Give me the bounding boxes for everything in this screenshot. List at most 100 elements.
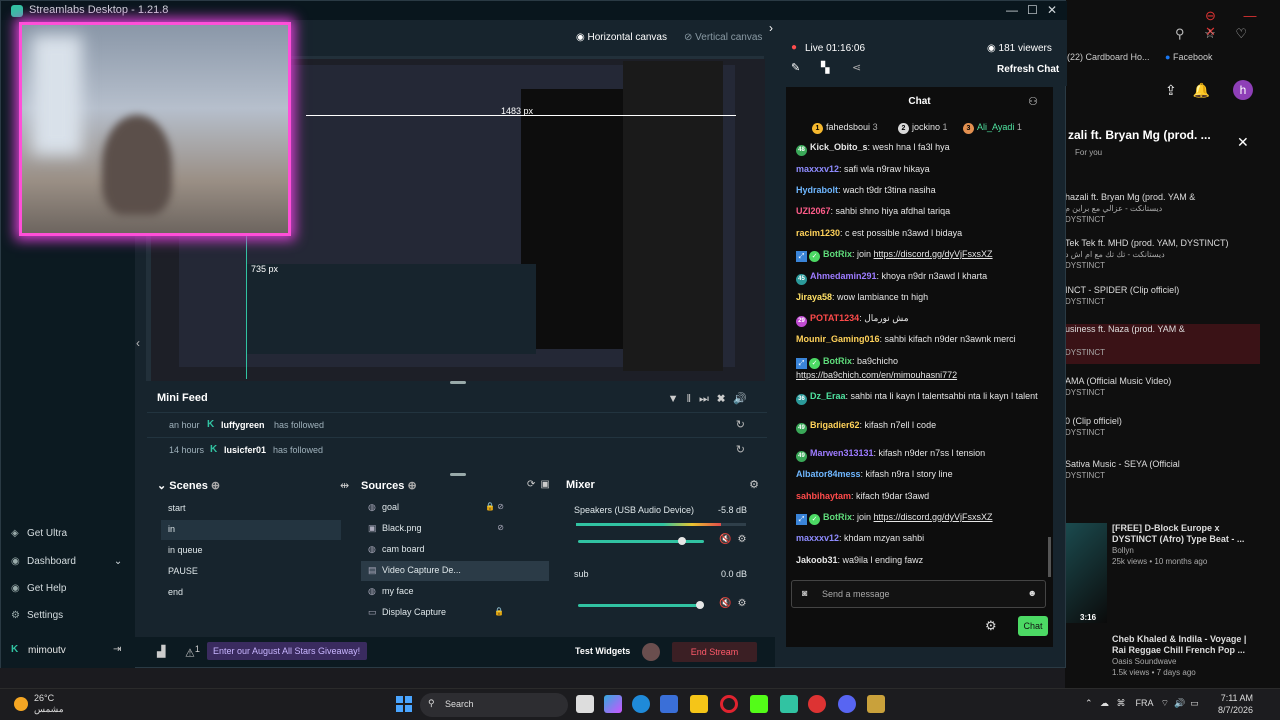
app-icon[interactable] xyxy=(808,695,826,713)
chat-username[interactable]: Dz_Eraa xyxy=(810,391,846,401)
yt-item[interactable]: hazali ft. Bryan Mg (prod. YAM & ديستانكت… xyxy=(1065,192,1260,225)
copilot-icon[interactable] xyxy=(604,695,622,713)
source-item[interactable]: ▤ Video Capture De... xyxy=(361,561,549,581)
source-item[interactable]: ▭ Display Capture 🔒 xyxy=(361,603,549,623)
chevron-left-icon[interactable]: ‹ xyxy=(136,336,140,350)
webcam-overlay[interactable] xyxy=(19,22,291,236)
refresh-chat-button[interactable]: Refresh Chat xyxy=(997,64,1059,75)
yt-item[interactable]: AMA (Official Music Video) DYSTINCT xyxy=(1065,376,1260,398)
giveaway-banner[interactable]: Enter our August All Stars Giveaway! xyxy=(207,642,367,660)
stats-icon[interactable]: ▟ xyxy=(157,645,165,658)
gear-icon[interactable]: ⚙ xyxy=(749,478,759,491)
volume-slider[interactable] xyxy=(578,601,704,609)
chat-username[interactable]: Marwen313131 xyxy=(810,448,874,458)
chat-username[interactable]: maxxxv12 xyxy=(796,164,839,174)
minimize-icon[interactable]: — xyxy=(1006,3,1018,17)
yt-item[interactable]: usiness ft. Naza (prod. YAM & DYSTINCT xyxy=(1065,324,1260,364)
emoji-icon[interactable]: ☻ xyxy=(1028,588,1037,598)
task-view-icon[interactable] xyxy=(576,695,594,713)
scene-item[interactable]: end xyxy=(161,583,341,603)
volume-slider[interactable] xyxy=(578,537,704,545)
close-icon[interactable]: ✕ xyxy=(1237,134,1249,151)
chat-username[interactable]: BotRix xyxy=(823,512,852,522)
yt-header-icons[interactable]: ⇪🔔 xyxy=(1165,82,1226,99)
mute-settings-icons[interactable]: 🔇⚙ xyxy=(719,534,752,545)
sources-tool-icons[interactable]: ⟳▣ xyxy=(527,479,555,490)
username[interactable]: mimoutv xyxy=(28,645,66,656)
source-item[interactable]: ◍ my face xyxy=(361,582,549,602)
edit-icon[interactable]: ✎ xyxy=(791,61,800,74)
replay-icon[interactable]: ↻ xyxy=(736,443,745,456)
chat-username[interactable]: Jakoob31 xyxy=(796,555,838,565)
start-button[interactable] xyxy=(396,696,412,712)
chat-username[interactable]: maxxxv12 xyxy=(796,533,839,543)
end-stream-button[interactable]: End Stream xyxy=(672,642,757,662)
chat-username[interactable]: Albator84mess xyxy=(796,469,861,479)
discord-icon[interactable] xyxy=(838,695,856,713)
scene-item[interactable]: in queue xyxy=(161,541,341,561)
clip-icon[interactable]: ▚ xyxy=(821,61,829,74)
source-item[interactable]: ▣ Black.png ⊘ xyxy=(361,519,549,539)
sidebar-item-settings[interactable]: ⚙ Settings xyxy=(11,610,63,621)
chat-username[interactable]: Mounir_Gaming016 xyxy=(796,334,880,344)
chevron-right-icon[interactable]: › xyxy=(769,21,773,35)
weather-widget[interactable]: 26°C مشمس xyxy=(14,693,64,715)
share-icon[interactable]: ⋖ xyxy=(852,61,861,74)
source-item[interactable]: ◍ goal 🔒 ⊘ xyxy=(361,498,549,518)
chat-input[interactable]: ◙ Send a message ☻ xyxy=(791,580,1046,608)
chat-scrollbar[interactable] xyxy=(1048,537,1051,577)
eye-off-icon[interactable]: ⊘ xyxy=(497,523,504,532)
chat-username[interactable]: BotRix xyxy=(823,356,852,366)
taskbar-search[interactable]: ⚲ Search xyxy=(420,693,568,717)
test-widgets-button[interactable]: Test Widgets xyxy=(575,646,630,656)
replay-icon[interactable]: ↻ xyxy=(736,418,745,431)
chat-username[interactable]: Ahmedamin291 xyxy=(810,271,877,281)
chat-username[interactable]: Brigadier62 xyxy=(810,420,860,430)
sidebar-item-dashboard[interactable]: ◉ Dashboard ⌄ xyxy=(11,556,122,567)
source-item[interactable]: ◍ cam board xyxy=(361,540,549,560)
sidebar-item-get-ultra[interactable]: ◈ Get Ultra xyxy=(11,528,67,539)
send-chat-button[interactable]: Chat xyxy=(1018,616,1048,636)
vertical-canvas-toggle[interactable]: ⊘ Vertical canvas xyxy=(684,32,762,43)
yt-item[interactable]: Tek Tek ft. MHD (prod. YAM, DYSTINCT) ديس… xyxy=(1065,238,1260,271)
lock-icon[interactable]: 🔒 ⊘ xyxy=(485,502,504,511)
chat-username[interactable]: UZI2067 xyxy=(796,206,831,216)
explorer-icon[interactable] xyxy=(690,695,708,713)
chat-username[interactable]: Hydrabolt xyxy=(796,185,838,195)
chat-link[interactable]: https://discord.gg/dyVjFsxsXZ xyxy=(874,512,993,522)
lock-icon[interactable]: 🔒 xyxy=(494,607,504,616)
sidebar-item-get-help[interactable]: ◉ Get Help xyxy=(11,583,66,594)
opera-icon[interactable] xyxy=(720,695,738,713)
yt-item[interactable]: Cheb Khaled & Indila - Voyage | Rai Regg… xyxy=(1112,634,1262,678)
kick-app-icon[interactable] xyxy=(750,695,768,713)
scene-item[interactable]: PAUSE xyxy=(161,562,341,582)
chat-link[interactable]: https://ba9chich.com/en/mimouhasni772 xyxy=(796,370,957,380)
yt-item[interactable]: 0 (Clip officiel) DYSTINCT xyxy=(1065,416,1260,438)
yt-item[interactable]: [FREE] D-Block Europe x DYSTINCT (Afro) … xyxy=(1112,523,1262,567)
chat-username[interactable]: racim1230 xyxy=(796,228,840,238)
alert-icon[interactable]: ⚠1 xyxy=(185,644,200,660)
mute-settings-icons[interactable]: 🔇⚙ xyxy=(719,598,752,609)
chat-username[interactable]: sahbihaytam xyxy=(796,491,851,501)
feed-controls[interactable]: ▼‖⏭✖🔊 xyxy=(668,392,755,406)
edge-icon[interactable] xyxy=(632,695,650,713)
scene-item[interactable]: start xyxy=(161,499,341,519)
store-icon[interactable] xyxy=(660,695,678,713)
chat-username[interactable]: Kick_Obito_s xyxy=(810,142,868,152)
chat-username[interactable]: Jiraya58 xyxy=(796,292,832,302)
bookmark-facebook[interactable]: ● Facebook xyxy=(1165,52,1212,62)
app-icon[interactable] xyxy=(867,695,885,713)
logout-icon[interactable]: ⇥ xyxy=(113,644,121,655)
yt-avatar[interactable]: h xyxy=(1233,80,1253,100)
chat-link[interactable]: https://discord.gg/dyVjFsxsXZ xyxy=(874,249,993,259)
system-tray[interactable]: ⌃ ☁ ⌘ FRA ⌔ 🔊 ▭ xyxy=(1085,698,1199,709)
close-window-icon[interactable]: ✕ xyxy=(1047,3,1057,17)
collapse-icon[interactable]: ⇹ xyxy=(340,479,349,492)
maximize-icon[interactable]: ☐ xyxy=(1027,3,1038,17)
chat-settings-icon[interactable]: ⚙ xyxy=(985,618,997,634)
rec-button[interactable] xyxy=(642,643,660,661)
scene-item[interactable]: in xyxy=(161,520,341,540)
chat-username[interactable]: POTAT1234 xyxy=(810,313,859,323)
streamlabs-app-icon[interactable] xyxy=(780,695,798,713)
clock[interactable]: 7:11 AM 8/7/2026 xyxy=(1218,692,1253,716)
